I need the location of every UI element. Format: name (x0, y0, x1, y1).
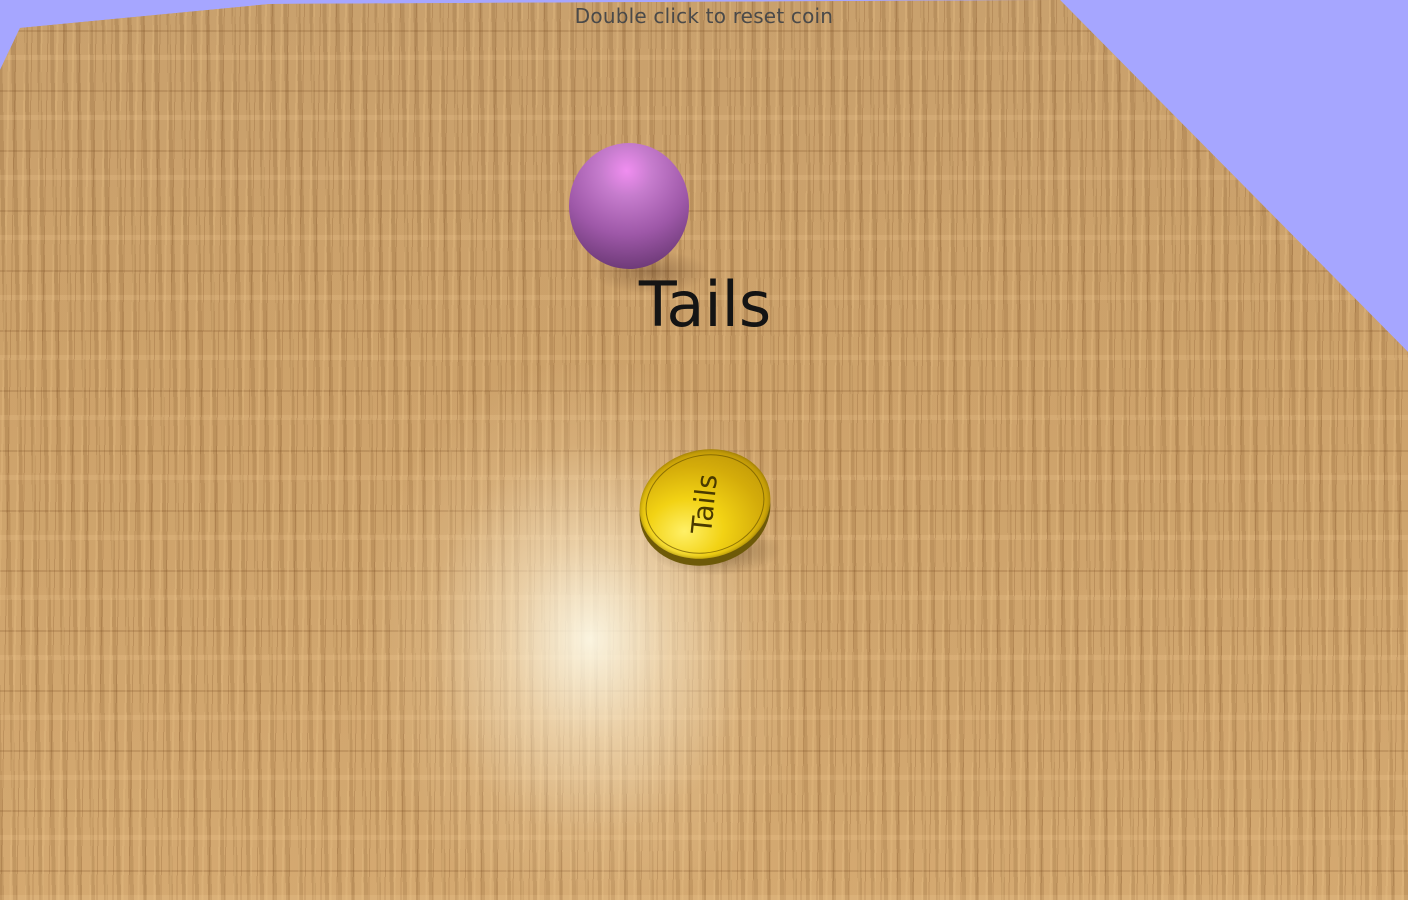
game-viewport[interactable]: Double click to reset coin Tails Tails (0, 0, 1408, 900)
coin-result-label: Tails (638, 268, 772, 341)
purple-ball[interactable] (569, 143, 689, 269)
coin-face-text: Tails (684, 472, 725, 536)
reset-instruction-text: Double click to reset coin (574, 4, 834, 28)
